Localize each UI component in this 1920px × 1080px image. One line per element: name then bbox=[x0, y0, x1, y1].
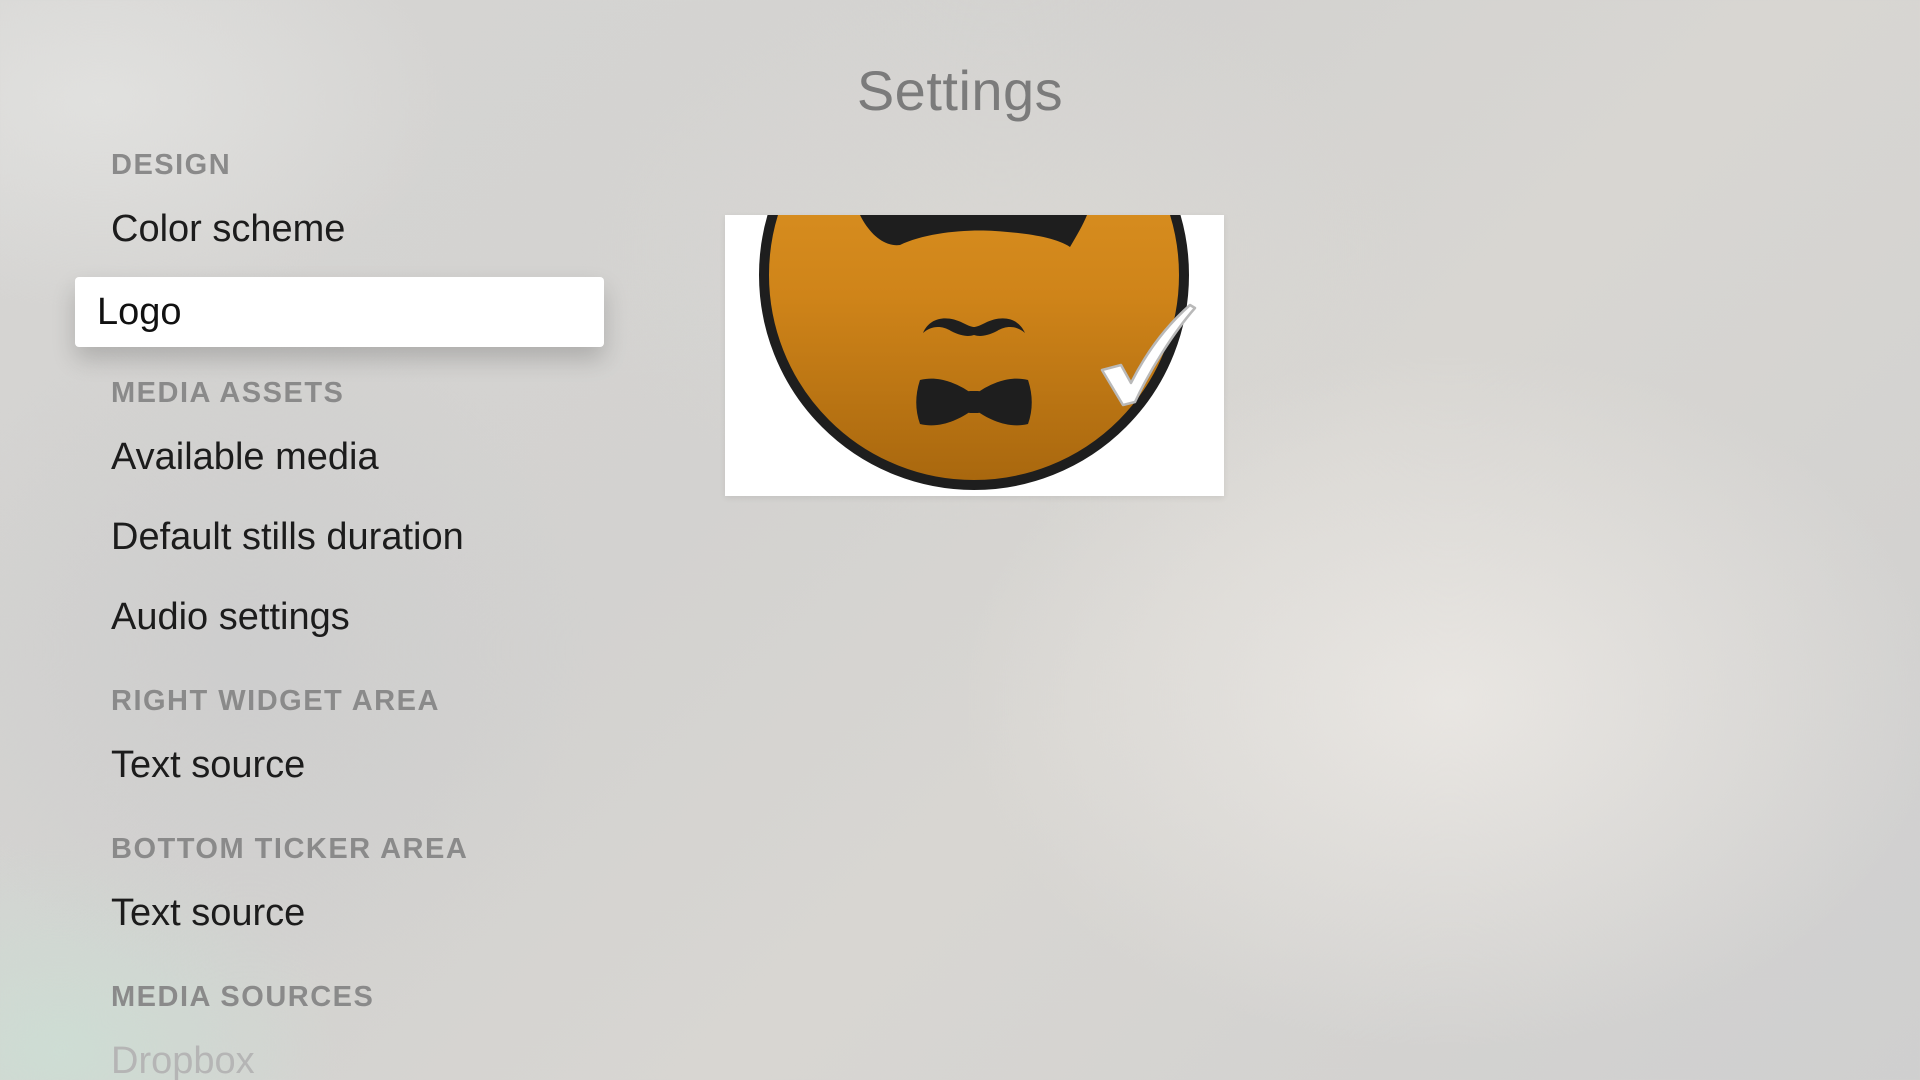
menu-item-available-media[interactable]: Available media bbox=[111, 436, 379, 479]
menu-item-bottom-ticker-text-source[interactable]: Text source bbox=[111, 892, 305, 935]
section-header-media-assets: MEDIA ASSETS bbox=[111, 377, 345, 409]
menu-item-audio-settings[interactable]: Audio settings bbox=[111, 596, 350, 639]
menu-item-logo[interactable]: Logo bbox=[75, 277, 604, 347]
section-header-right-widget-area: RIGHT WIDGET AREA bbox=[111, 685, 440, 717]
section-header-media-sources: MEDIA SOURCES bbox=[111, 981, 375, 1013]
section-header-bottom-ticker-area: BOTTOM TICKER AREA bbox=[111, 833, 469, 865]
logo-image bbox=[759, 215, 1197, 490]
menu-item-dropbox[interactable]: Dropbox bbox=[111, 1040, 255, 1080]
logo-preview[interactable] bbox=[725, 215, 1224, 496]
menu-item-color-scheme[interactable]: Color scheme bbox=[111, 208, 345, 251]
settings-menu: DESIGN Color scheme Logo MEDIA ASSETS Av… bbox=[0, 0, 660, 1080]
menu-item-default-stills-duration[interactable]: Default stills duration bbox=[111, 516, 464, 559]
menu-item-right-widget-text-source[interactable]: Text source bbox=[111, 744, 305, 787]
section-header-design: DESIGN bbox=[111, 149, 232, 181]
logo-face-circle bbox=[759, 215, 1189, 490]
